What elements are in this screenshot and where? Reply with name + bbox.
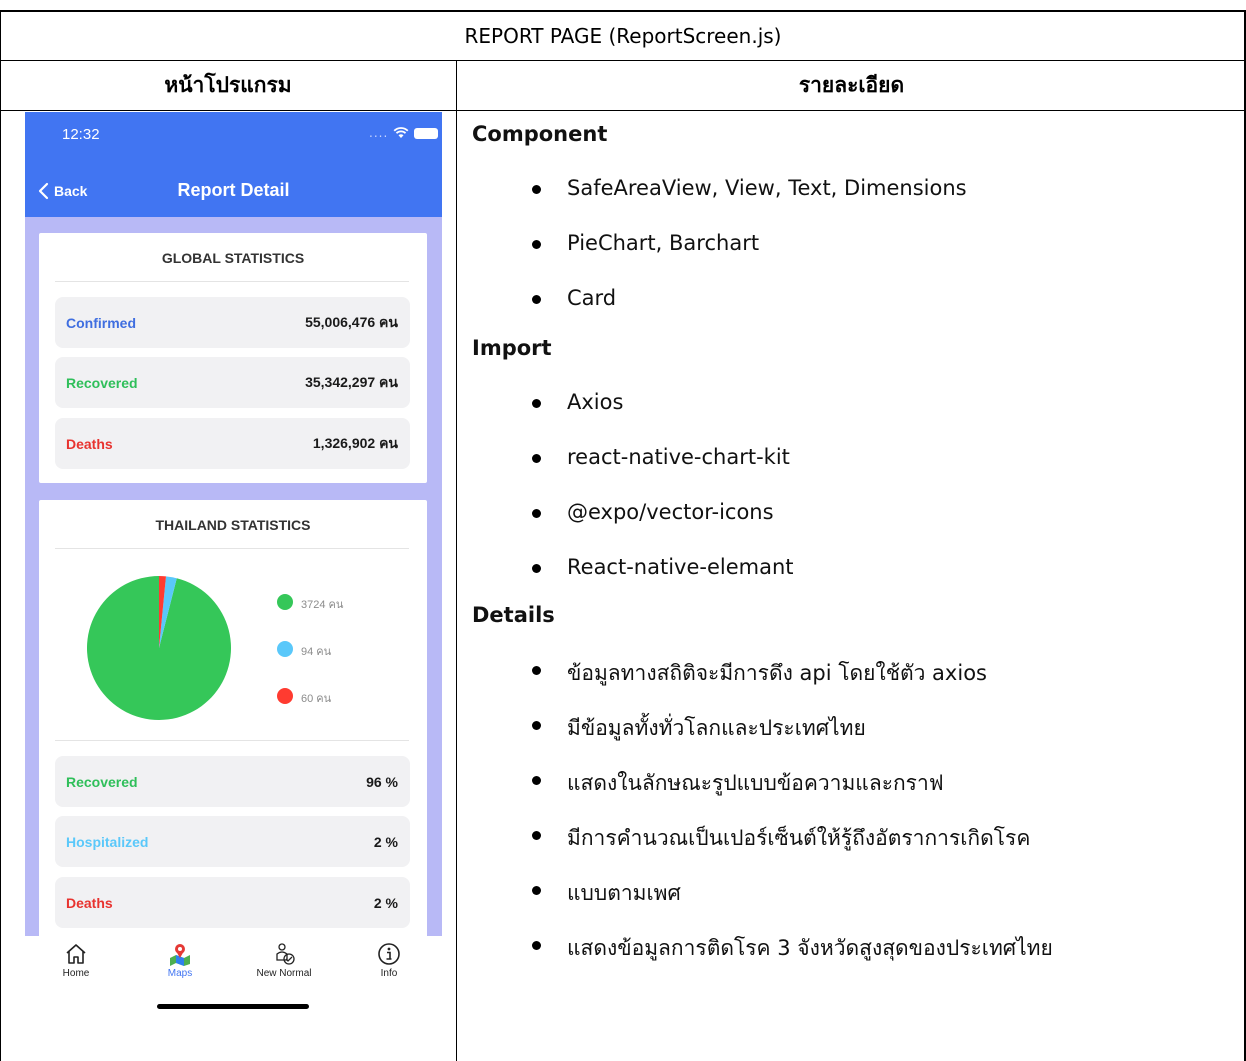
list-item: มีข้อมูลทั้งทั่วโลกและประเทศไทย — [457, 712, 1237, 742]
global-deaths-row: Deaths 1,326,902 คน — [55, 418, 410, 469]
phone-screenshot: 12:32 .... Back Report Detail GLOBAL STA… — [25, 112, 442, 1012]
list-item-text: แบบตามเพศ — [567, 881, 681, 905]
stat-label: Recovered — [66, 773, 138, 790]
tab-maps[interactable]: Maps — [140, 942, 220, 979]
list-item: ข้อมูลทางสถิติจะมีการดึง api โดยใช้ตัว a… — [457, 657, 1237, 687]
app-header: 12:32 .... Back Report Detail — [25, 112, 442, 217]
card-divider — [55, 740, 409, 741]
list-item-text: @expo/vector-icons — [567, 500, 774, 524]
component-heading: Component — [472, 122, 608, 146]
stat-value: 2 % — [373, 894, 398, 911]
list-item-text: Axios — [567, 390, 624, 414]
list-item: แบบตามเพศ — [457, 877, 1237, 907]
stat-label: Confirmed — [66, 314, 136, 331]
global-recovered-row: Recovered 35,342,297 คน — [55, 357, 410, 408]
bullet-icon — [532, 564, 541, 573]
table-title: REPORT PAGE (ReportScreen.js) — [464, 24, 782, 48]
list-item: React-native-elemant — [457, 555, 1237, 585]
list-item: มีการคำนวณเป็นเปอร์เซ็นต์ให้รู้ถึงอัตราก… — [457, 822, 1237, 852]
status-time: 12:32 — [62, 126, 100, 143]
list-item-text: Card — [567, 286, 617, 310]
bullet-icon — [532, 295, 541, 304]
list-item-text: แสดงในลักษณะรูปแบบข้อความและกราฟ — [567, 771, 944, 795]
tab-label: Maps — [167, 968, 193, 979]
stat-label: Deaths — [66, 894, 113, 911]
list-item: react-native-chart-kit — [457, 445, 1237, 475]
list-item-text: React-native-elemant — [567, 555, 794, 579]
signal-dots-icon: .... — [369, 126, 389, 140]
status-icons: .... — [369, 126, 439, 140]
bullet-icon — [532, 454, 541, 463]
map-icon — [170, 944, 190, 966]
column-header-details: รายละเอียด — [798, 73, 905, 97]
list-item-text: มีข้อมูลทั้งทั่วโลกและประเทศไทย — [567, 716, 866, 740]
bullet-icon — [532, 721, 541, 730]
screen-title: Report Detail — [177, 180, 290, 200]
list-item: Axios — [457, 390, 1237, 420]
bullet-icon — [532, 941, 541, 950]
table-border-left — [0, 10, 1, 1061]
global-statistics-card: GLOBAL STATISTICS Confirmed 55,006,476 ค… — [39, 233, 427, 483]
legend-label: 94 คน — [301, 646, 332, 658]
details-heading: Details — [472, 603, 555, 627]
stat-value: 35,342,297 คน — [305, 373, 398, 390]
tab-label: Info — [380, 968, 398, 979]
bullet-icon — [532, 399, 541, 408]
pie-slices — [87, 576, 232, 720]
stat-value: 96 % — [366, 773, 398, 790]
column-header-program-page: หน้าโปรแกรม — [164, 73, 292, 97]
stat-value: 2 % — [373, 833, 398, 850]
import-heading: Import — [472, 336, 552, 360]
table-divider-header — [0, 110, 1246, 111]
stat-label: Recovered — [66, 374, 138, 391]
stat-value: 1,326,902 คน — [312, 434, 398, 451]
bullet-icon — [532, 509, 541, 518]
tab-label: Home — [62, 968, 90, 979]
new-normal-icon — [276, 943, 295, 965]
battery-icon — [414, 127, 439, 139]
tab-new-normal[interactable]: New Normal — [244, 942, 324, 979]
thailand-pie-chart — [87, 576, 232, 720]
list-item: แสดงข้อมูลการติดโรค 3 จังหวัดสูงสุดของปร… — [457, 932, 1237, 962]
thailand-deaths-row: Deaths 2 % — [55, 877, 410, 928]
bullet-icon — [532, 185, 541, 194]
legend-label: 3724 คน — [301, 599, 344, 611]
bullet-icon — [532, 666, 541, 675]
list-item-text: ข้อมูลทางสถิติจะมีการดึง api โดยใช้ตัว a… — [567, 661, 987, 685]
list-item-text: แสดงข้อมูลการติดโรค 3 จังหวัดสูงสุดของปร… — [567, 936, 1053, 960]
info-icon — [378, 943, 400, 965]
tab-home[interactable]: Home — [36, 942, 116, 979]
bullet-icon — [532, 831, 541, 840]
legend-dot-deaths — [277, 688, 293, 704]
global-statistics-title: GLOBAL STATISTICS — [161, 250, 305, 266]
wifi-icon — [393, 127, 409, 138]
list-item: SafeAreaView, View, Text, Dimensions — [457, 176, 1237, 206]
list-item-text: react-native-chart-kit — [567, 445, 790, 469]
bullet-icon — [532, 240, 541, 249]
bullet-icon — [532, 886, 541, 895]
legend-dot-recovered — [277, 594, 293, 610]
list-item-text: มีการคำนวณเป็นเปอร์เซ็นต์ให้รู้ถึงอัตราก… — [567, 826, 1031, 850]
card-divider — [55, 281, 409, 282]
tab-info[interactable]: Info — [349, 942, 429, 979]
global-confirmed-row: Confirmed 55,006,476 คน — [55, 297, 410, 348]
thailand-hospitalized-row: Hospitalized 2 % — [55, 816, 410, 867]
stat-value: 55,006,476 คน — [305, 313, 398, 330]
list-item: Card — [457, 286, 1237, 316]
list-item-text: SafeAreaView, View, Text, Dimensions — [567, 176, 967, 200]
bullet-icon — [532, 776, 541, 785]
stat-label: Deaths — [66, 435, 113, 452]
thailand-recovered-row: Recovered 96 % — [55, 756, 410, 807]
list-item: @expo/vector-icons — [457, 500, 1237, 530]
legend-dot-hospitalized — [277, 641, 293, 657]
bottom-tab-bar: Home Maps New Normal Info — [25, 936, 442, 1012]
list-item-text: PieChart, Barchart — [567, 231, 760, 255]
legend-label: 60 คน — [301, 693, 332, 705]
list-item: แสดงในลักษณะรูปแบบข้อความและกราฟ — [457, 767, 1237, 797]
list-item: PieChart, Barchart — [457, 231, 1237, 261]
stat-label: Hospitalized — [66, 833, 149, 850]
tab-label: New Normal — [256, 968, 312, 979]
home-icon — [66, 944, 86, 964]
home-indicator — [157, 1004, 309, 1009]
